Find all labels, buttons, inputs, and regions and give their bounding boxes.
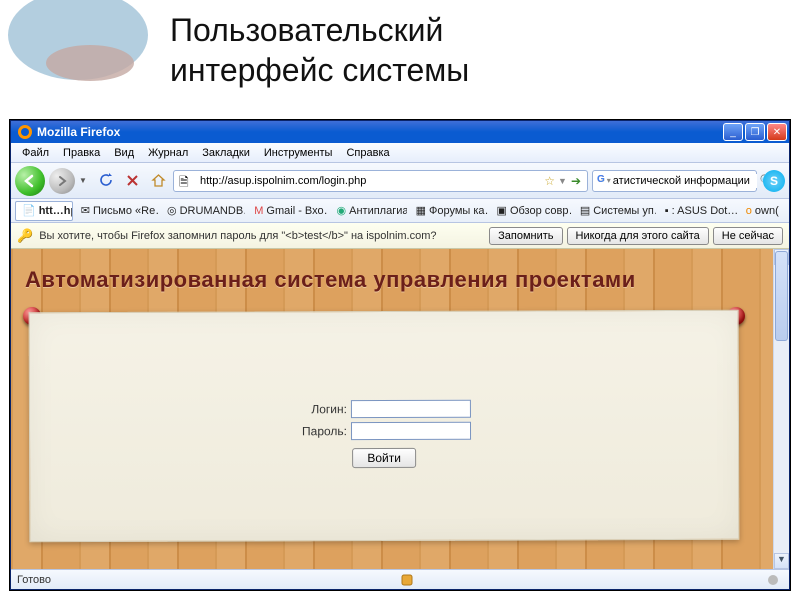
menu-edit[interactable]: Правка [56,145,107,161]
page-banner: Автоматизированная система управления пр… [25,267,743,293]
login-form: Логин: Пароль: Войти [30,399,738,469]
nav-toolbar: ▼ 🗎 ☆ ▼ ➔ G ▾ 🔍 S [11,163,789,199]
password-label: Пароль: [297,424,347,438]
window-maximize-button[interactable]: ❐ [745,123,765,141]
bookmark-label: : ASUS Dot… [672,205,738,217]
bookmark-item[interactable]: 📄 htt…hp [15,201,73,221]
window-controls: _ ❐ ✕ [723,123,787,141]
site-icon: ▪ [665,204,669,218]
bookmark-label: DRUMANDB… [180,205,247,217]
password-infobar: 🔑 Вы хотите, чтобы Firefox запомнил паро… [11,223,789,249]
menu-tools[interactable]: Инструменты [257,145,340,161]
bookmark-item[interactable]: M Gmail - Вхо… [247,201,328,221]
bookmark-item[interactable]: о own( [739,201,785,221]
infobar-message: Вы хотите, чтобы Firefox запомнил пароль… [39,230,485,242]
go-button[interactable]: ➔ [567,174,585,188]
home-icon [151,173,166,188]
site-icon: ◉ [337,204,347,218]
page-viewport: Автоматизированная система управления пр… [11,249,789,569]
window-minimize-button[interactable]: _ [723,123,743,141]
login-input[interactable] [351,400,471,418]
login-label: Логин: [297,402,347,416]
window-close-button[interactable]: ✕ [767,123,787,141]
back-button[interactable] [15,166,45,196]
site-icon: ◎ [167,204,177,218]
site-icon: о [746,204,752,218]
scroll-thumb[interactable] [775,251,788,341]
bookmark-item[interactable]: ▦ Форумы ка… [409,201,489,221]
bookmark-star-icon[interactable]: ☆ [541,174,558,188]
remember-password-button[interactable]: Запомнить [489,227,562,245]
arrow-left-icon [23,174,37,188]
bookmark-label: Письмо «Re… [93,205,159,217]
slide-heading-line2: интерфейс системы [170,50,469,90]
bookmark-item[interactable]: ◎ DRUMANDB… [160,201,246,221]
menu-bookmarks[interactable]: Закладки [195,145,257,161]
bookmark-item[interactable]: ▤ Системы уп… [573,201,657,221]
forward-button[interactable] [49,168,75,194]
statusbar: Готово [11,569,789,589]
bookmark-label: htt…hp [39,205,73,217]
skype-button[interactable]: S [763,170,785,192]
bookmark-label: Системы уп… [593,205,657,217]
search-bar[interactable]: G ▾ 🔍 [592,170,757,192]
bookmark-label: Форумы ка… [429,205,489,217]
menu-history[interactable]: Журнал [141,145,195,161]
login-sheet: Логин: Пароль: Войти [29,310,740,542]
browser-window: Mozilla Firefox _ ❐ ✕ Файл Правка Вид Жу… [10,120,790,590]
url-bar[interactable]: 🗎 ☆ ▼ ➔ [173,170,588,192]
page-icon: 📄 [22,204,36,218]
stop-icon [126,174,139,187]
bookmark-label: Gmail - Вхо… [266,205,328,217]
bookmark-item[interactable]: ▣ Обзор совр… [490,201,572,221]
stop-button[interactable] [121,170,143,192]
bookmarks-bar: 📄 htt…hp ✉ Письмо «Re… ◎ DRUMANDB… M Gma… [11,199,789,223]
vertical-scrollbar[interactable]: ▲ ▼ [773,249,789,569]
firefox-icon [17,124,33,140]
site-icon: ▣ [497,204,507,218]
url-input[interactable] [198,174,541,188]
never-for-site-button[interactable]: Никогда для этого сайта [567,227,709,245]
skype-icon: S [770,174,778,188]
window-title: Mozilla Firefox [37,125,723,139]
reload-icon [99,173,114,188]
menu-view[interactable]: Вид [107,145,141,161]
key-icon: 🔑 [17,228,33,244]
bookmark-label: Обзор совр… [510,205,572,217]
not-now-button[interactable]: Не сейчас [713,227,783,245]
password-input[interactable] [351,422,471,440]
bookmark-label: own( [755,205,779,217]
site-favicon: 🗎 [179,173,195,189]
mail-icon: ✉ [81,204,90,218]
search-input[interactable] [611,174,757,188]
bookmark-item[interactable]: ▪ : ASUS Dot… [658,201,738,221]
home-button[interactable] [147,170,169,192]
site-icon: ▦ [416,204,426,218]
menubar: Файл Правка Вид Журнал Закладки Инструме… [11,143,789,163]
window-titlebar: Mozilla Firefox _ ❐ ✕ [11,121,789,143]
status-text: Готово [17,574,51,586]
nav-history-dropdown[interactable]: ▼ [79,176,91,185]
page-background: Автоматизированная система управления пр… [11,249,773,569]
google-icon: G [597,174,605,188]
bookmark-item[interactable]: ✉ Письмо «Re… [74,201,159,221]
statusbar-addon-icon[interactable] [399,572,415,588]
url-dropdown[interactable]: ▼ [558,176,567,186]
statusbar-addon-icon[interactable] [765,572,781,588]
scroll-down-button[interactable]: ▼ [774,553,789,569]
menu-help[interactable]: Справка [339,145,396,161]
slide-logo [0,0,170,125]
gmail-icon: M [254,204,263,218]
reload-button[interactable] [95,170,117,192]
arrow-right-icon [56,175,68,187]
login-submit-button[interactable]: Войти [352,448,416,468]
bookmark-item[interactable]: ◉ Антиплагиат [330,201,408,221]
slide-heading: Пользовательский интерфейс системы [170,10,469,90]
menu-file[interactable]: Файл [15,145,56,161]
bookmark-label: Антиплагиат [349,205,407,217]
slide-heading-line1: Пользовательский [170,10,469,50]
site-icon: ▤ [580,204,590,218]
